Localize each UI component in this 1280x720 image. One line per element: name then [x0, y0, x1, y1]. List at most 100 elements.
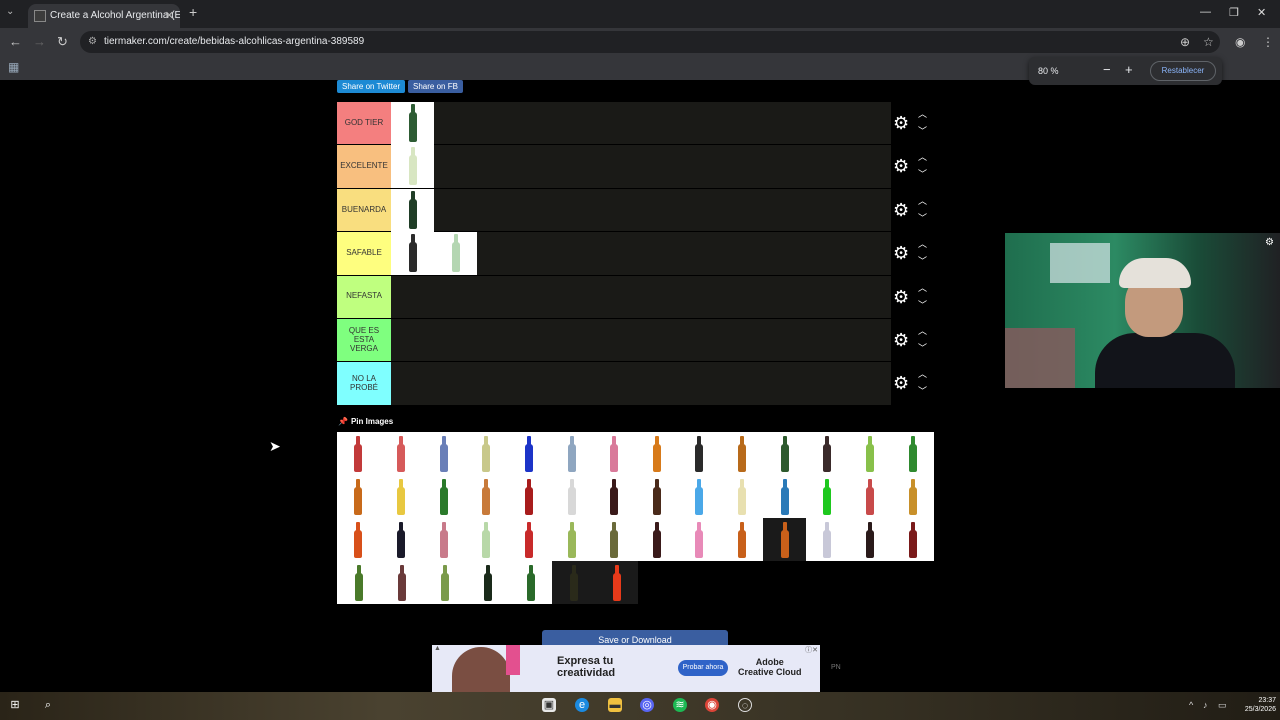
network-icon[interactable]: ▭ [1218, 700, 1227, 711]
bottle-image[interactable] [720, 475, 764, 518]
bottle-image[interactable] [422, 518, 465, 561]
bottle-image[interactable] [380, 561, 423, 604]
bottle-image[interactable] [848, 475, 892, 518]
bottle-image[interactable] [592, 432, 636, 475]
bottle-image[interactable] [848, 518, 892, 561]
site-info-icon[interactable]: ⚙ [88, 31, 97, 53]
tier-label[interactable]: QUE ES ESTA VERGA [337, 318, 391, 362]
pin-images-title[interactable]: 📌 Pin Images [338, 417, 393, 426]
close-window-icon[interactable]: ✕ [1257, 6, 1266, 19]
bottle-image[interactable] [422, 475, 465, 518]
move-tier-up-icon[interactable]: ︿ [918, 150, 927, 163]
bottle-image[interactable] [678, 432, 721, 475]
tier-settings-gear-icon[interactable]: ⚙ [893, 157, 909, 175]
bottle-image[interactable] [720, 432, 764, 475]
bottle-image[interactable] [379, 475, 423, 518]
bottle-image[interactable] [848, 432, 892, 475]
ad-cta-button[interactable]: Probar ahora [678, 660, 728, 676]
bottle-image[interactable] [379, 432, 423, 475]
zoom-reset-button[interactable]: Restablecer [1150, 61, 1216, 81]
bottle-image[interactable] [464, 475, 508, 518]
zoom-in-icon[interactable]: + [1125, 62, 1133, 77]
bottle-image[interactable] [635, 432, 679, 475]
bottle-image[interactable] [806, 518, 849, 561]
bottle-image[interactable] [337, 432, 380, 475]
store-icon[interactable]: ▣ [542, 698, 556, 712]
volume-icon[interactable]: ♪ [1203, 700, 1208, 710]
bottle-image[interactable] [391, 188, 434, 232]
bottle-image[interactable] [550, 432, 593, 475]
bottle-image[interactable] [434, 232, 477, 276]
move-tier-up-icon[interactable]: ︿ [918, 237, 927, 250]
bottle-image[interactable] [720, 518, 764, 561]
search-icon[interactable]: ⌕ [41, 698, 55, 712]
move-tier-up-icon[interactable]: ︿ [918, 367, 927, 380]
tier-settings-gear-icon[interactable]: ⚙ [893, 331, 909, 349]
address-bar[interactable]: ⚙ tiermaker.com/create/bebidas-alcohlica… [80, 31, 1220, 53]
zoom-out-icon[interactable]: − [1103, 62, 1111, 77]
move-tier-down-icon[interactable]: ﹀ [918, 341, 927, 354]
apps-grid-icon[interactable]: ▦ [8, 60, 19, 74]
adobe-ad-banner[interactable]: ▲ Expresa tu creatividad Probar ahora Ad… [432, 645, 820, 693]
tier-settings-gear-icon[interactable]: ⚙ [893, 374, 909, 392]
tier-label[interactable]: NEFASTA [337, 275, 391, 318]
tier-label[interactable]: NO LA PROBÉ [337, 362, 391, 405]
bottle-image[interactable] [507, 518, 551, 561]
spotify-icon[interactable]: ≋ [673, 698, 687, 712]
bottle-image[interactable] [422, 432, 465, 475]
bottle-image[interactable] [509, 561, 552, 604]
tier-settings-gear-icon[interactable]: ⚙ [893, 201, 909, 219]
ad-info-icon[interactable]: ▲ [434, 645, 441, 652]
start-icon[interactable]: ⊞ [8, 698, 22, 712]
move-tier-up-icon[interactable]: ︿ [918, 107, 927, 120]
bottle-image[interactable] [550, 518, 593, 561]
profile-icon[interactable]: ◉ [1235, 35, 1245, 49]
minimize-icon[interactable]: — [1200, 6, 1211, 18]
bottle-image[interactable] [891, 475, 934, 518]
bottle-image[interactable] [678, 475, 721, 518]
zoom-icon[interactable]: ⊕ [1180, 35, 1190, 49]
close-tab-icon[interactable]: ✕ [165, 4, 174, 28]
bottle-image[interactable] [552, 561, 595, 604]
move-tier-down-icon[interactable]: ﹀ [918, 167, 927, 180]
move-tier-down-icon[interactable]: ﹀ [918, 298, 927, 311]
back-icon[interactable]: ← [9, 34, 22, 49]
tier-label[interactable]: EXCELENTE [337, 145, 391, 188]
tray-chevron-icon[interactable]: ^ [1189, 700, 1193, 710]
share-fb-button[interactable]: Share on FB [408, 80, 463, 93]
bottle-image[interactable] [635, 475, 679, 518]
bottle-image[interactable] [763, 518, 807, 561]
active-tab[interactable]: Create a Alcohol Argentina (Ed ✕ [28, 4, 180, 28]
forward-icon[interactable]: → [33, 34, 46, 49]
bottle-image[interactable] [337, 518, 380, 561]
bottle-image[interactable] [595, 561, 638, 604]
bottle-image[interactable] [391, 102, 434, 145]
bottle-image[interactable] [337, 475, 380, 518]
bottle-image[interactable] [379, 518, 423, 561]
bottle-image[interactable] [891, 432, 934, 475]
bottle-image[interactable] [592, 518, 636, 561]
tier-label[interactable]: SAFABLE [337, 232, 391, 275]
bottle-image[interactable] [507, 432, 551, 475]
tab-search-icon[interactable]: ⌄ [6, 6, 14, 17]
file-explorer-icon[interactable]: ▬ [608, 698, 622, 712]
bottle-image[interactable] [763, 475, 807, 518]
bottle-image[interactable] [806, 432, 849, 475]
bottle-image[interactable] [391, 232, 434, 276]
taskbar-clock[interactable]: 23:37 25/3/2026 [1245, 696, 1276, 714]
tier-settings-gear-icon[interactable]: ⚙ [893, 288, 909, 306]
bottle-image[interactable] [464, 432, 508, 475]
bottle-image[interactable] [635, 518, 679, 561]
bottle-image[interactable] [466, 561, 509, 604]
bottle-image[interactable] [507, 475, 551, 518]
bottle-image[interactable] [763, 432, 807, 475]
move-tier-down-icon[interactable]: ﹀ [918, 384, 927, 397]
new-tab-icon[interactable]: + [189, 4, 197, 20]
discord-icon[interactable]: ◎ [640, 698, 654, 712]
bottle-image[interactable] [550, 475, 593, 518]
save-or-download-button[interactable]: Save or Download [542, 630, 728, 646]
webcam-settings-icon[interactable]: ⚙ [1265, 237, 1274, 248]
reload-icon[interactable]: ↻ [57, 34, 68, 50]
move-tier-down-icon[interactable]: ﹀ [918, 254, 927, 267]
restore-icon[interactable]: ❐ [1229, 6, 1239, 19]
